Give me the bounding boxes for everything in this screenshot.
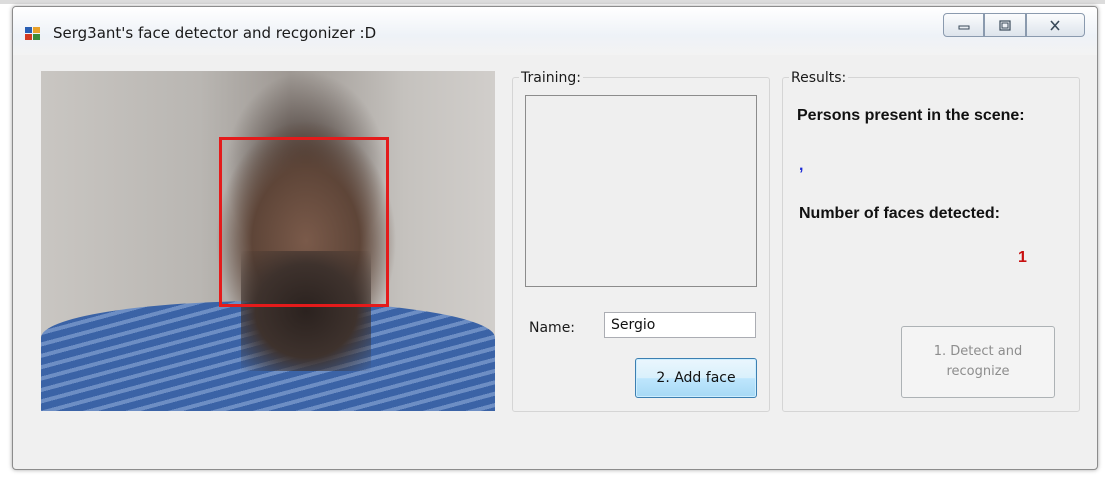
faces-detected-label: Number of faces detected: — [799, 205, 1000, 222]
close-button[interactable] — [1025, 13, 1085, 37]
background-strip — [0, 0, 1105, 4]
persons-present-value: , — [799, 157, 804, 174]
add-face-button[interactable]: 2. Add face — [635, 358, 757, 398]
training-face-preview — [525, 95, 757, 287]
minimize-button[interactable] — [943, 13, 985, 37]
minimize-icon — [958, 25, 970, 30]
window-title: Serg3ant's face detector and recgonizer … — [53, 24, 377, 42]
app-icon — [25, 27, 41, 41]
window-controls — [943, 13, 1085, 37]
results-group-label: Results: — [789, 70, 849, 86]
persons-present-label: Persons present in the scene: — [797, 107, 1025, 124]
detect-recognize-button[interactable]: 1. Detect and recognize — [901, 326, 1055, 398]
close-icon — [1050, 19, 1061, 31]
camera-image — [41, 71, 495, 411]
name-label: Name: — [529, 320, 576, 336]
name-input[interactable] — [604, 312, 756, 338]
maximize-icon — [999, 19, 1011, 31]
maximize-button[interactable] — [984, 13, 1026, 37]
faces-detected-value: 1 — [1018, 249, 1027, 266]
training-group-label: Training: — [519, 70, 583, 86]
detected-face-box — [219, 137, 389, 307]
title-bar[interactable]: Serg3ant's face detector and recgonizer … — [13, 7, 1097, 55]
app-window: Serg3ant's face detector and recgonizer … — [12, 6, 1098, 470]
